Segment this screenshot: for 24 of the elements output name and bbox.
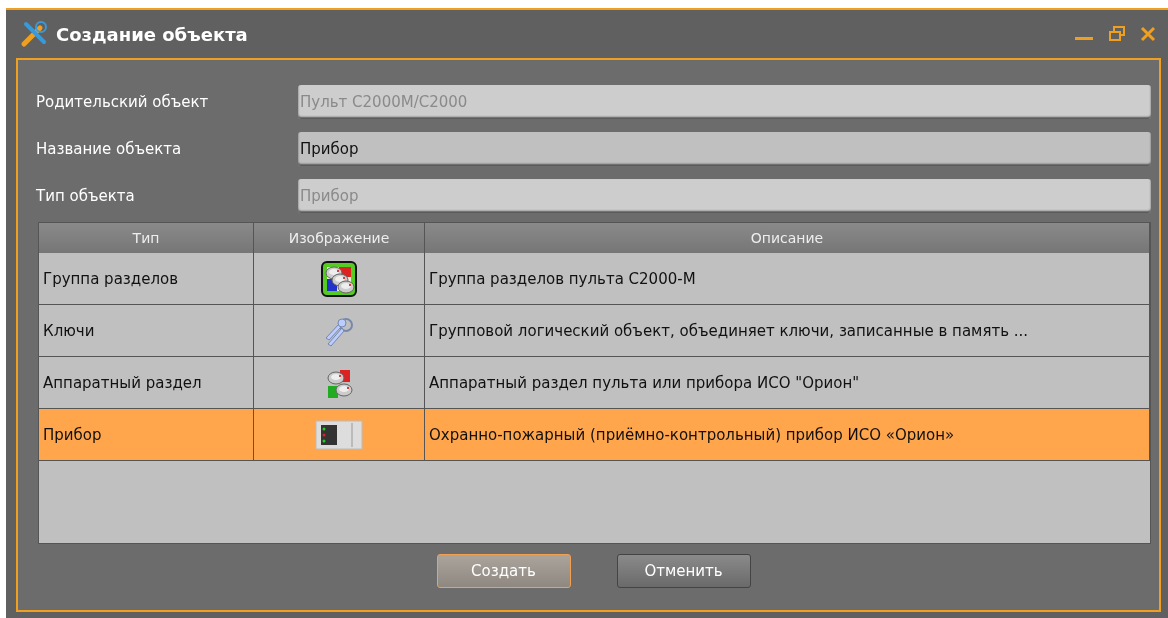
text-field[interactable]: Прибор <box>298 131 1151 166</box>
field-label: Родительский объект <box>36 92 210 111</box>
group-detectors-icon <box>321 260 357 297</box>
field-label: Тип объекта <box>36 186 136 205</box>
cancel-button[interactable]: Отменить <box>616 554 751 588</box>
close-icon[interactable] <box>1140 26 1156 42</box>
table-row[interactable]: Аппаратный раздел Аппаратный раздел пульта или прибора ИСО "Орион" <box>39 357 1150 409</box>
tools-icon <box>20 20 48 48</box>
table-row[interactable]: Ключи Групповой логический объект, объединяет ключи, записанные в память ... <box>39 305 1150 357</box>
table-row[interactable]: Прибор Охранно-пожарный (приёмно-контрольный) прибор ИСО «Орион» <box>39 409 1150 461</box>
table-cell: Охранно-пожарный (приёмно-контрольный) прибор ИСО «Орион» <box>425 409 1150 460</box>
field-label: Название объекта <box>36 139 183 158</box>
table-row[interactable]: Группа разделов Группа разделов пульта С2000-М <box>39 253 1150 305</box>
create-button[interactable]: Создать <box>436 554 571 588</box>
table-cell: Группа разделов <box>39 253 254 304</box>
table-cell: Аппаратный раздел пульта или прибора ИСО "Орион" <box>425 357 1150 408</box>
window-title: Создание объекта <box>56 23 249 45</box>
table-cell: Ключи <box>39 305 254 356</box>
table-cell: Группа разделов пульта С2000-М <box>425 253 1150 304</box>
control-panel-icon <box>315 418 363 451</box>
table-cell: Аппаратный раздел <box>39 357 254 408</box>
restore-icon[interactable] <box>1108 25 1126 43</box>
table-cell: Групповой логический объект, объединяет ключи, записанные в память ... <box>425 305 1150 356</box>
table-cell: Прибор <box>39 409 254 460</box>
